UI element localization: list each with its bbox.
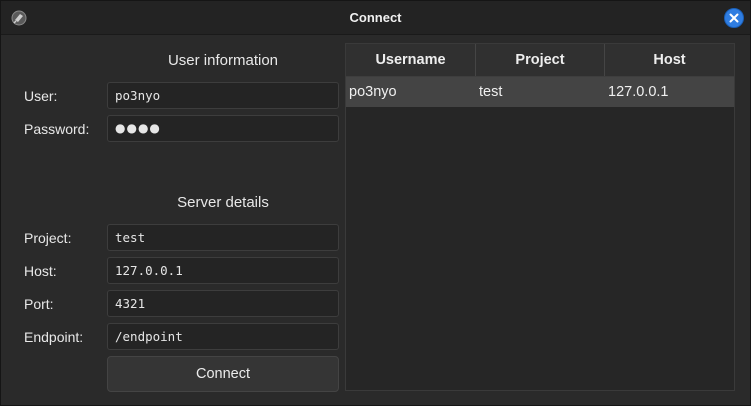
host-field[interactable]: 127.0.0.1: [107, 257, 339, 284]
table-row[interactable]: po3nyo test 127.0.0.1: [346, 77, 734, 107]
close-button[interactable]: [724, 8, 744, 28]
titlebar: Connect: [1, 1, 750, 35]
endpoint-field[interactable]: /endpoint: [107, 323, 339, 350]
user-info-heading: User information: [167, 52, 279, 69]
column-header-host[interactable]: Host: [605, 44, 734, 76]
connect-dialog: Connect User information User: po3nyo Pa…: [0, 0, 751, 406]
window-title: Connect: [349, 10, 402, 25]
cell-project: test: [479, 84, 503, 100]
cell-host: 127.0.0.1: [608, 84, 669, 100]
table-header: Username Project Host: [346, 44, 734, 77]
host-label: Host:: [24, 263, 57, 279]
user-field[interactable]: po3nyo: [107, 82, 339, 109]
port-label: Port:: [24, 296, 54, 312]
endpoint-label: Endpoint:: [24, 329, 84, 345]
cell-username: po3nyo: [349, 84, 397, 100]
user-label: User:: [24, 88, 58, 104]
connections-table: Username Project Host po3nyo test 127.0.…: [345, 43, 735, 391]
port-field[interactable]: 4321: [107, 290, 339, 317]
password-label: Password:: [24, 121, 90, 137]
column-header-project[interactable]: Project: [476, 44, 605, 76]
column-header-username[interactable]: Username: [346, 44, 476, 76]
project-field[interactable]: test: [107, 224, 339, 251]
project-label: Project:: [24, 230, 72, 246]
password-field[interactable]: ●●●●: [107, 115, 339, 142]
connect-button[interactable]: Connect: [107, 356, 339, 392]
close-icon: [729, 13, 739, 23]
server-details-heading: Server details: [177, 194, 269, 211]
